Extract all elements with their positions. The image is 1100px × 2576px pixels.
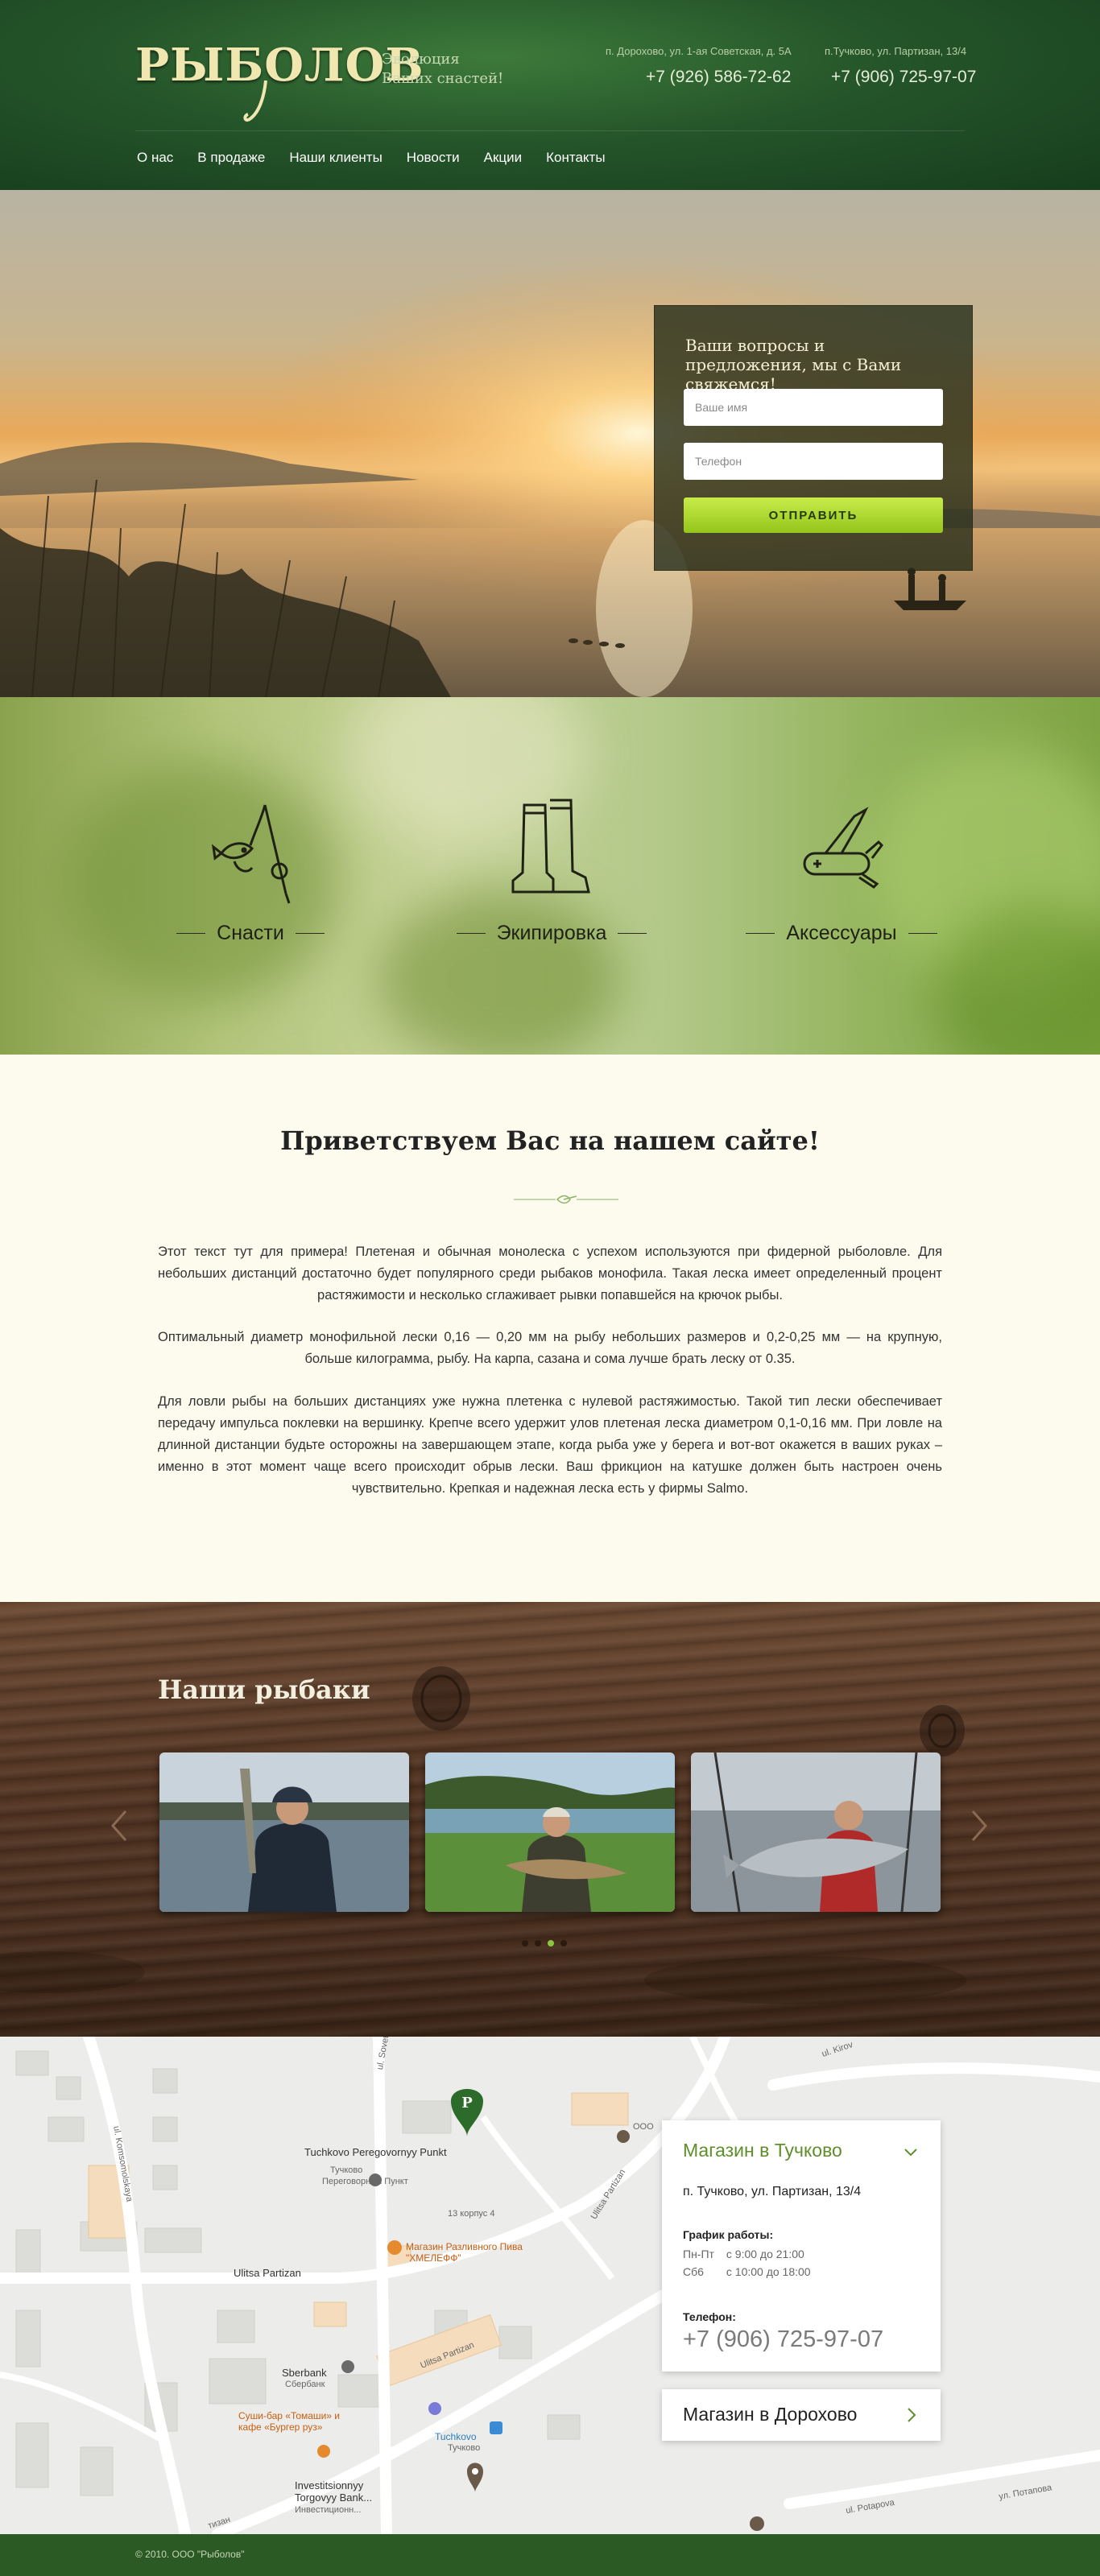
carousel-dots	[522, 1940, 567, 1946]
nav-item-promotions[interactable]: Акции	[484, 150, 523, 166]
carousel-prev-icon[interactable]	[111, 1810, 127, 1842]
fisherman-photo-3[interactable]	[691, 1752, 941, 1912]
copyright: © 2010. ООО "Рыболов"	[135, 2549, 245, 2560]
store-pin-icon: P	[451, 2089, 483, 2136]
store1-address: п. Дорохово, ул. 1-ая Советская, д. 5А	[606, 45, 792, 57]
category-equipment[interactable]: Экипировка	[451, 794, 652, 945]
map-label-investitsionnyy-ru: Инвестиционн...	[295, 2505, 362, 2515]
fisherman-photo-1[interactable]	[159, 1752, 409, 1912]
category-line-right	[295, 933, 325, 934]
carousel-dot[interactable]	[560, 1940, 567, 1946]
chevron-down-icon[interactable]	[904, 2148, 918, 2157]
store2-phone[interactable]: +7 (906) 725-97-07	[831, 68, 976, 87]
multitool-knife-icon	[803, 807, 883, 889]
contact-form-title: Ваши вопросы и предложения, мы с Вами св…	[685, 336, 902, 394]
slogan-line-1: Эволюция	[382, 51, 460, 68]
nav-item-news[interactable]: Новости	[407, 150, 460, 166]
store-card-address: п. Тучково, ул. Партизан, 13/4	[683, 2185, 862, 2198]
category-label: Аксессуары	[786, 922, 897, 944]
map-label-tuchkovo-station: Tuchkovo	[435, 2431, 477, 2442]
store-card-phone[interactable]: +7 (906) 725-97-07	[683, 2326, 883, 2353]
store-card-title[interactable]: Магазин в Тучково	[683, 2140, 842, 2161]
schedule-hours: с 9:00 до 21:00	[726, 2248, 804, 2260]
welcome-paragraph-1: Этот текст тут для примера! Плетеная и о…	[158, 1245, 942, 1302]
welcome-paragraph-2: Оптимальный диаметр монофильной лески 0,…	[158, 1330, 942, 1366]
boots-icon	[511, 799, 590, 894]
store2-address: п.Тучково, ул. Партизан, 13/4	[825, 45, 967, 57]
carousel-dot-active[interactable]	[548, 1940, 554, 1946]
contact-form: Ваши вопросы и предложения, мы с Вами св…	[654, 305, 973, 571]
category-tackle[interactable]: Снасти	[150, 794, 351, 945]
fishermen-title: Наши рыбаки	[158, 1674, 370, 1705]
category-line-right	[908, 933, 937, 934]
phone-input[interactable]	[684, 443, 943, 480]
site-header: РЫБОЛОВ Эволюция Ваших снастей! п. Дорох…	[0, 0, 1100, 190]
hero-banner: Ваши вопросы и предложения, мы с Вами св…	[0, 190, 1100, 697]
submit-button[interactable]: ОТПРАВИТЬ	[684, 497, 943, 533]
store-card-schedule-weekdays: Пн-Пт с 9:00 до 21:00	[683, 2248, 804, 2260]
category-line-left	[176, 933, 206, 934]
slogan: Эволюция Ваших снастей!	[382, 50, 543, 89]
welcome-paragraph-3: Для ловли рыбы на больших дистанциях уже…	[158, 1394, 942, 1496]
store1-phone[interactable]: +7 (926) 586-72-62	[646, 68, 791, 87]
store-map[interactable]: P Tuchkovo Peregovornyy Punkt Переговорн…	[0, 2037, 1100, 2534]
map-label-beer-shop: Магазин Разливного Пива "ХМЕЛЕФФ"	[406, 2241, 523, 2264]
carousel-dot[interactable]	[522, 1940, 528, 1946]
nav-item-about[interactable]: О нас	[137, 150, 173, 166]
map-label-tuchkovo-small: Тучково	[330, 2165, 363, 2175]
map-label-sberbank-ru: Сбербанк	[285, 2380, 325, 2389]
map-label-ooo: ООО	[633, 2122, 654, 2132]
category-label: Снасти	[217, 922, 284, 944]
category-line-right	[618, 933, 647, 934]
nav-item-clients[interactable]: Наши клиенты	[289, 150, 382, 166]
fishermen-section: Наши рыбаки	[0, 1602, 1100, 2037]
schedule-hours: с 10:00 до 18:00	[726, 2265, 811, 2278]
chevron-right-icon[interactable]	[907, 2407, 916, 2423]
fishing-rod-icon	[211, 804, 291, 904]
schedule-day: Сб6	[683, 2265, 704, 2278]
header-divider	[135, 130, 965, 131]
nav-item-for-sale[interactable]: В продаже	[197, 150, 265, 166]
category-accessories[interactable]: Аксессуары	[741, 794, 942, 945]
fisherman-photo-2[interactable]	[425, 1752, 675, 1912]
category-label: Экипировка	[496, 922, 607, 944]
carousel-dot[interactable]	[535, 1940, 541, 1946]
main-nav: О нас В продаже Наши клиенты Новости Акц…	[137, 150, 606, 166]
slogan-line-2: Ваших снастей!	[382, 70, 504, 87]
svg-text:P: P	[461, 2095, 473, 2112]
map-label-sushi: Суши-бар «Томаши» и кафе «Бургер руз»	[238, 2410, 340, 2433]
map-label-korpus: 13 корпус 4	[448, 2209, 495, 2219]
site-footer: © 2010. ООО "Рыболов"	[0, 2534, 1100, 2576]
store-card-tuchkovo: Магазин в Тучково п. Тучково, ул. Партиз…	[662, 2120, 941, 2372]
nav-item-contacts[interactable]: Контакты	[546, 150, 605, 166]
logo-swash-icon	[243, 80, 267, 122]
category-line-left	[746, 933, 775, 934]
store-card-schedule-saturday: Сб6 с 10:00 до 18:00	[683, 2265, 811, 2278]
name-input[interactable]	[684, 389, 943, 426]
store-card-dorokhovo[interactable]: Магазин в Дорохово	[662, 2389, 941, 2441]
carousel-next-icon[interactable]	[971, 1810, 987, 1842]
categories-section: Снасти Экипировка Аксессуары	[0, 697, 1100, 1055]
welcome-section: Приветствуем Вас на нашем сайте! Этот те…	[0, 1055, 1100, 1602]
map-pin-icon	[467, 2462, 483, 2492]
map-label-investitsionnyy: Investitsionnyy Torgovyy Bank...	[295, 2479, 373, 2504]
map-label-tuchkovo-post: Tuchkovo Peregovornyy Punkt	[304, 2146, 447, 2158]
store-card-title[interactable]: Магазин в Дорохово	[683, 2404, 857, 2425]
category-line-left	[456, 933, 486, 934]
map-label-tuchkovo-station-ru: Тучково	[448, 2443, 481, 2453]
divider-ornament-icon	[514, 1195, 618, 1204]
store-card-schedule-label: График работы:	[683, 2228, 774, 2241]
map-label-ulitsa-partizan: Ulitsa Partizan	[234, 2267, 301, 2279]
store-card-phone-label: Телефон:	[683, 2310, 736, 2323]
map-label-tuchkovo-post-ru: Переговорный Пункт	[322, 2177, 408, 2186]
map-label-sberbank: Sberbank	[282, 2367, 327, 2379]
schedule-day: Пн-Пт	[683, 2248, 714, 2260]
welcome-title: Приветствуем Вас на нашем сайте!	[280, 1125, 820, 1156]
